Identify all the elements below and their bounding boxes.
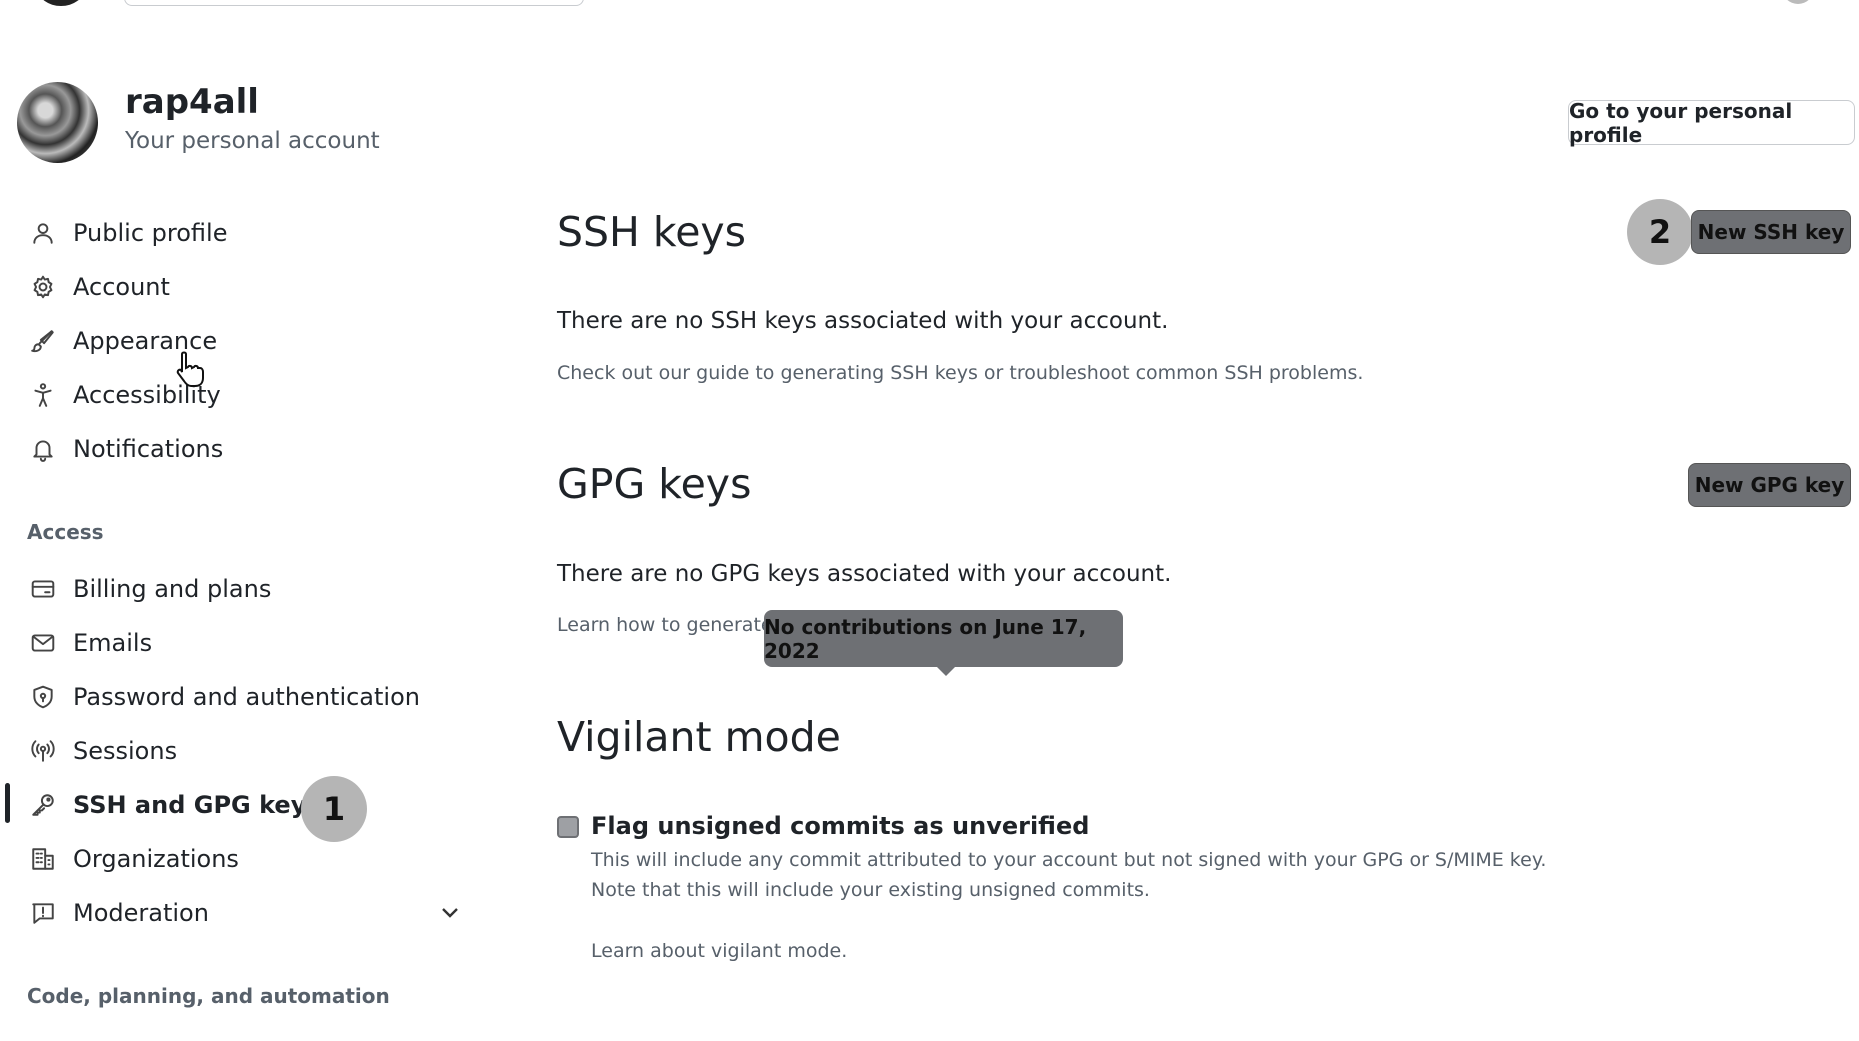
account-username: rap4all xyxy=(125,82,259,122)
sidebar-item-accessibility[interactable]: Accessibility xyxy=(28,372,478,418)
person-icon xyxy=(28,218,58,248)
sidebar-item-account[interactable]: Account xyxy=(28,264,478,310)
sidebar-item-public-profile[interactable]: Public profile xyxy=(28,210,478,256)
broadcast-icon xyxy=(28,736,58,766)
sidebar-item-label: Sessions xyxy=(73,737,178,765)
gpg-help-text[interactable]: Learn how to generate xyxy=(557,614,773,636)
user-menu-avatar[interactable] xyxy=(1782,0,1814,4)
vigilant-checkbox-label[interactable]: Flag unsigned commits as unverified xyxy=(591,812,1089,840)
sidebar-item-organizations[interactable]: Organizations xyxy=(28,836,478,882)
vigilant-mode-checkbox[interactable] xyxy=(557,816,579,838)
search-input[interactable] xyxy=(124,0,584,6)
avatar xyxy=(17,82,98,163)
go-to-profile-button[interactable]: Go to your personal profile xyxy=(1568,99,1855,147)
tooltip-arrow xyxy=(937,667,955,676)
ssh-help-text[interactable]: Check out our guide to generating SSH ke… xyxy=(557,362,1363,384)
sidebar-item-label: Notifications xyxy=(73,435,224,463)
hand-cursor-icon xyxy=(174,350,208,388)
chevron-down-icon[interactable] xyxy=(438,900,462,924)
sidebar-item-label: Billing and plans xyxy=(73,575,272,603)
sidebar-item-password[interactable]: Password and authentication xyxy=(28,674,478,720)
sidebar-item-notifications[interactable]: Notifications xyxy=(28,426,478,472)
sidebar-item-billing[interactable]: Billing and plans xyxy=(28,566,478,612)
sidebar-item-moderation[interactable]: Moderation xyxy=(28,890,478,936)
sidebar-item-ssh-gpg-keys[interactable]: SSH and GPG keys xyxy=(28,782,478,828)
step-badge-1: 1 xyxy=(301,776,367,842)
vigilant-mode-title: Vigilant mode xyxy=(557,713,841,761)
active-indicator xyxy=(5,783,10,823)
search-shortcut-icon xyxy=(546,0,570,2)
vigilant-note-1: This will include any commit attributed … xyxy=(591,849,1547,871)
code-planning-heading: Code, planning, and automation xyxy=(27,984,390,1008)
sidebar-item-label: Password and authentication xyxy=(73,683,420,711)
vigilant-note-2: Note that this will include your existin… xyxy=(591,879,1150,901)
organization-icon xyxy=(28,844,58,874)
access-heading: Access xyxy=(27,520,104,544)
account-subtitle: Your personal account xyxy=(125,128,380,154)
gpg-keys-title: GPG keys xyxy=(557,460,752,508)
ssh-keys-title: SSH keys xyxy=(557,208,747,256)
mail-icon xyxy=(28,628,58,658)
accessibility-icon xyxy=(28,380,58,410)
new-ssh-key-button[interactable]: New SSH key xyxy=(1691,210,1851,254)
key-icon xyxy=(28,790,58,820)
new-gpg-key-button[interactable]: New GPG key xyxy=(1688,463,1851,507)
sidebar-item-label: Organizations xyxy=(73,845,239,873)
sidebar-item-label: Emails xyxy=(73,629,153,657)
sidebar-item-sessions[interactable]: Sessions xyxy=(28,728,478,774)
gear-icon xyxy=(28,272,58,302)
sidebar-item-label: Account xyxy=(73,273,170,301)
sidebar-item-emails[interactable]: Emails xyxy=(28,620,478,666)
bell-icon xyxy=(28,434,58,464)
shield-lock-icon xyxy=(28,682,58,712)
gpg-empty-message: There are no GPG keys associated with yo… xyxy=(557,561,1172,587)
step-badge-2: 2 xyxy=(1627,199,1693,265)
sidebar-item-appearance[interactable]: Appearance xyxy=(28,318,478,364)
sidebar-item-label: SSH and GPG keys xyxy=(73,791,321,819)
contribution-tooltip: No contributions on June 17, 2022 xyxy=(764,610,1123,667)
vigilant-learn-link[interactable]: Learn about vigilant mode. xyxy=(591,940,847,962)
report-icon xyxy=(28,898,58,928)
sidebar-item-label: Moderation xyxy=(73,899,209,927)
github-logo-icon[interactable] xyxy=(38,0,84,6)
ssh-empty-message: There are no SSH keys associated with yo… xyxy=(557,308,1169,334)
credit-card-icon xyxy=(28,574,58,604)
paintbrush-icon xyxy=(28,326,58,356)
sidebar-item-label: Public profile xyxy=(73,219,228,247)
